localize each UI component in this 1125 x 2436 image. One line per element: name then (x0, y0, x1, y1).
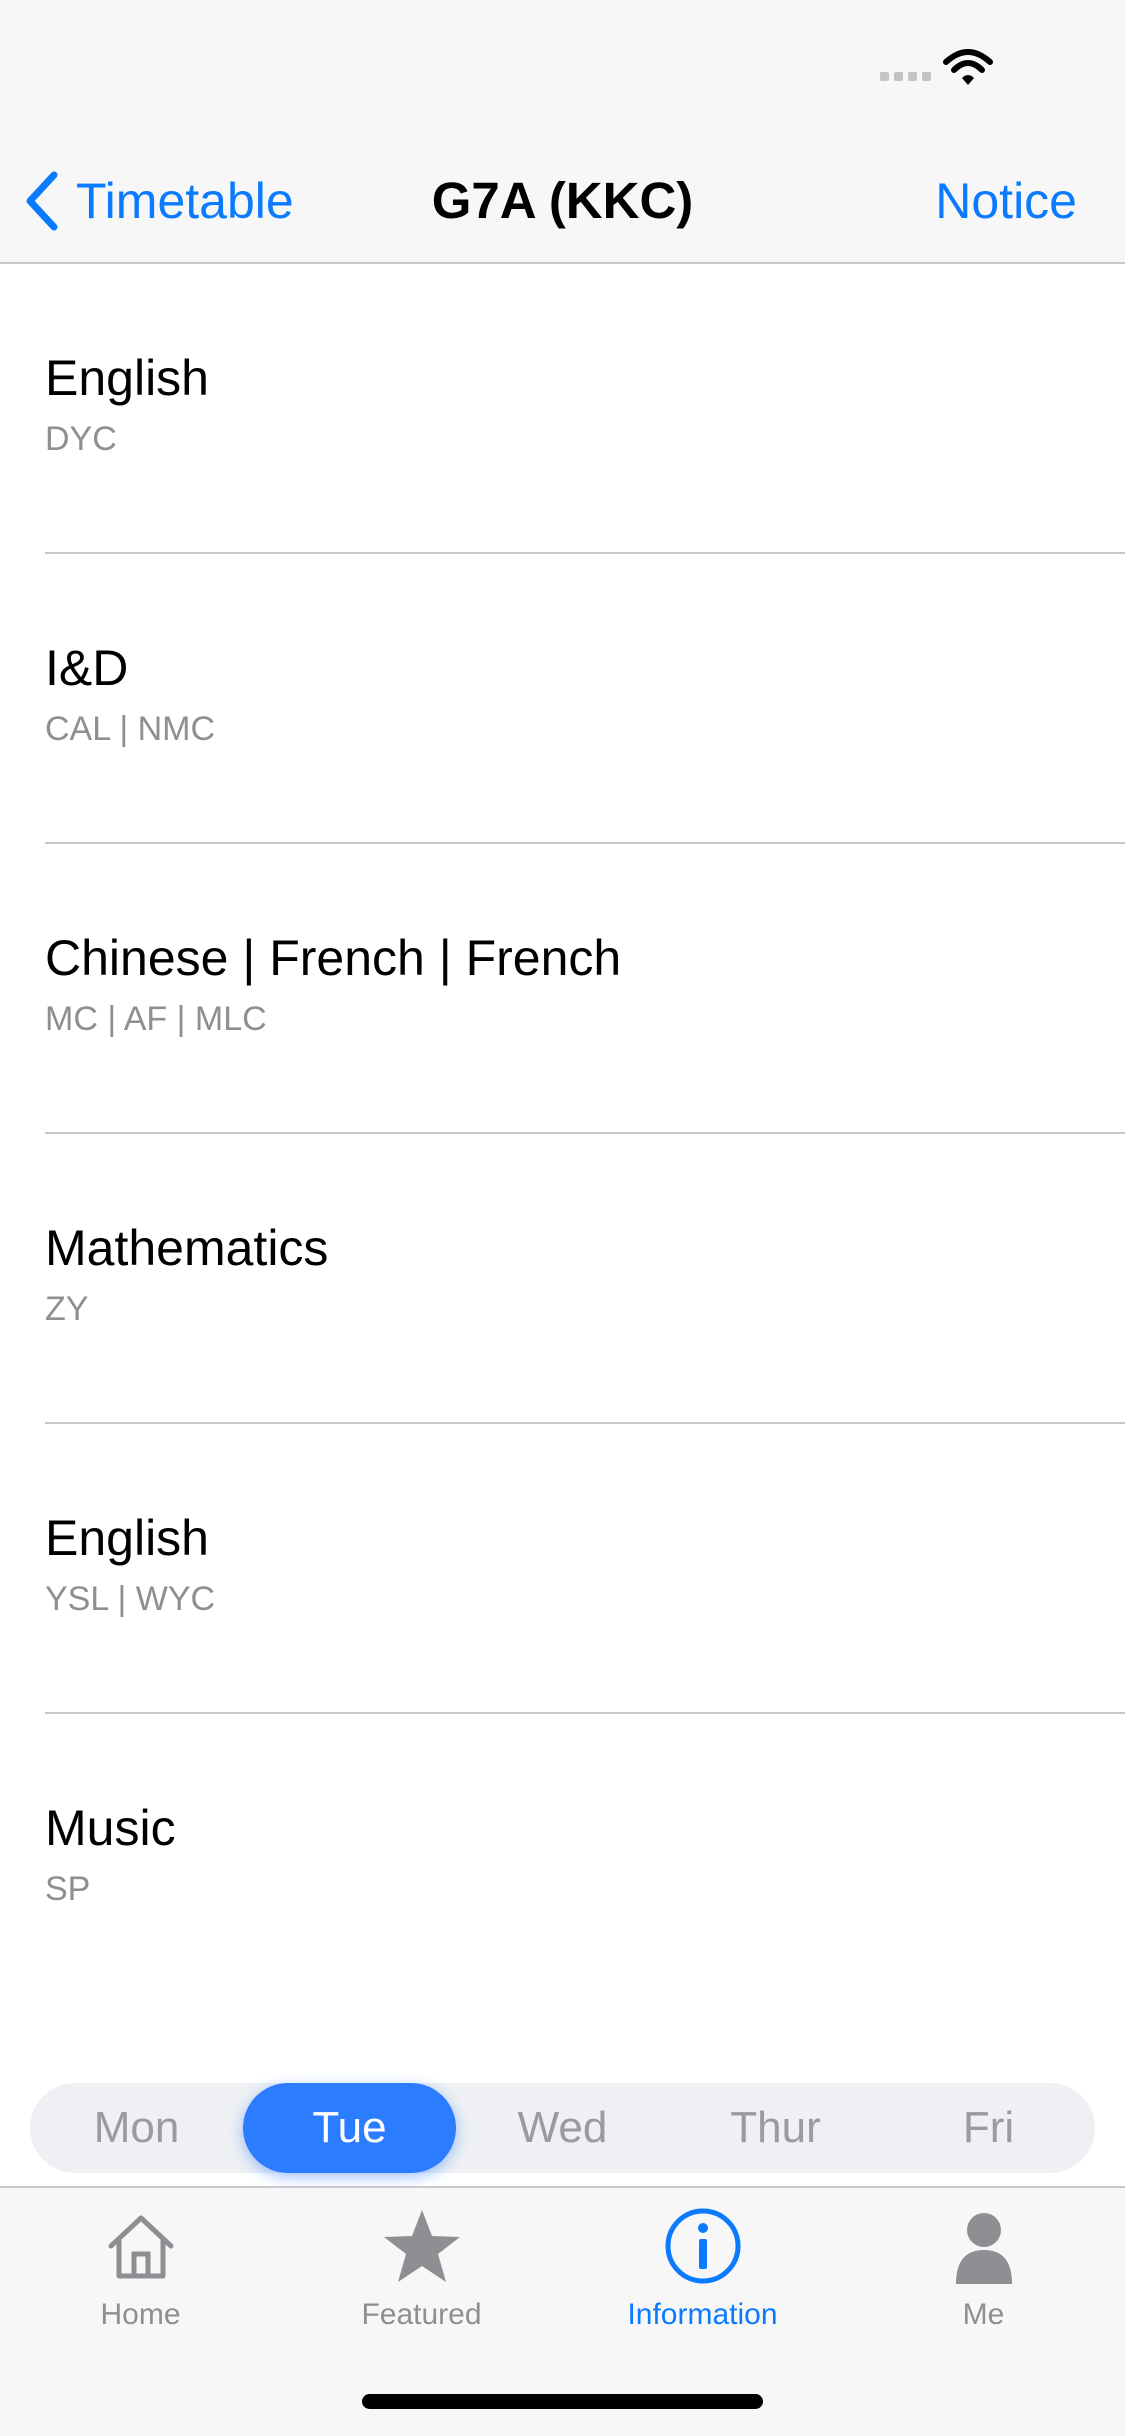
lesson-teachers: CAL | NMC (45, 710, 216, 748)
day-tab-wed[interactable]: Wed (456, 2083, 669, 2173)
day-selector: Mon Tue Wed Thur Fri (30, 2083, 1095, 2173)
lesson-row[interactable]: English YSL | WYC (0, 1424, 1125, 1714)
lesson-teachers: ZY (45, 1290, 89, 1328)
tab-information[interactable]: Information (562, 2206, 843, 2356)
lesson-subject: Mathematics (45, 1220, 329, 1276)
day-tab-mon[interactable]: Mon (30, 2083, 243, 2173)
lesson-row[interactable]: English DYC (0, 264, 1125, 554)
tab-home-label: Home (100, 2298, 181, 2331)
day-tab-thur[interactable]: Thur (669, 2083, 882, 2173)
lesson-row[interactable]: I&D CAL | NMC (0, 554, 1125, 844)
lesson-list: English DYC I&D CAL | NMC Chinese | Fren… (0, 264, 1125, 2004)
lesson-teachers: MC | AF | MLC (45, 1000, 267, 1038)
day-tab-tue[interactable]: Tue (243, 2083, 456, 2173)
lesson-row[interactable]: Music SP (0, 1714, 1125, 2004)
lesson-subject: English (45, 1510, 209, 1566)
lesson-subject: English (45, 350, 209, 406)
tab-featured[interactable]: Featured (281, 2206, 562, 2356)
lesson-subject: I&D (45, 640, 129, 696)
info-icon (665, 2208, 740, 2284)
day-tab-fri[interactable]: Fri (882, 2083, 1095, 2173)
tab-me-label: Me (962, 2298, 1005, 2331)
cellular-signal-icon (880, 72, 932, 84)
lesson-row[interactable]: Chinese | French | French MC | AF | MLC (0, 844, 1125, 1134)
home-indicator (362, 2394, 763, 2409)
person-icon (955, 2213, 1012, 2284)
status-bar (0, 0, 1125, 132)
lesson-subject: Music (45, 1800, 176, 1856)
tab-me[interactable]: Me (843, 2206, 1124, 2356)
notice-button[interactable]: Notice (935, 168, 1077, 234)
wifi-icon (943, 49, 993, 85)
lesson-subject: Chinese | French | French (45, 930, 622, 986)
star-icon (383, 2210, 460, 2282)
lesson-teachers: DYC (45, 420, 117, 458)
tab-information-label: Information (627, 2298, 778, 2331)
navigation-bar: Timetable G7A (KKC) Notice (0, 132, 1125, 264)
lesson-teachers: YSL | WYC (45, 1580, 216, 1618)
lesson-row[interactable]: Mathematics ZY (0, 1134, 1125, 1424)
tab-home[interactable]: Home (0, 2206, 281, 2356)
house-icon (108, 2215, 173, 2279)
tab-featured-label: Featured (361, 2298, 482, 2331)
lesson-teachers: SP (45, 1870, 91, 1908)
